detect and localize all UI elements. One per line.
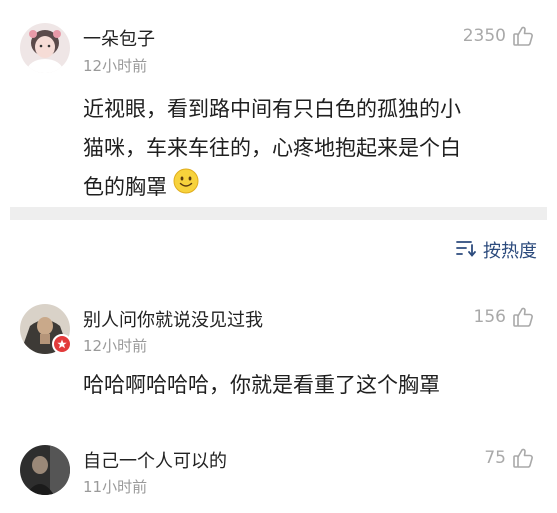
comment-line: 色的胸罩 (83, 168, 461, 207)
comment-line-text: 色的胸罩 (83, 175, 167, 199)
section-divider (10, 207, 547, 220)
comment-time: 12小时前 (83, 337, 148, 355)
thumbs-up-icon (512, 447, 534, 469)
comment-line: 近视眼，看到路中间有只白色的孤独的小 (83, 97, 461, 121)
smiley-emoji-icon (173, 168, 199, 207)
like-button[interactable]: 2350 (463, 25, 534, 47)
sort-toggle[interactable]: 按热度 (455, 237, 537, 263)
sort-label: 按热度 (483, 241, 537, 262)
sort-icon (455, 239, 477, 262)
thumbs-up-icon (512, 25, 534, 47)
comment-item: 别人问你就说没见过我 12小时前 156 哈哈啊哈哈哈，你就是看重了这个胸罩 (0, 285, 557, 420)
avatar[interactable] (20, 23, 70, 73)
avatar[interactable] (20, 445, 70, 495)
verified-badge-icon (52, 334, 72, 354)
username[interactable]: 别人问你就说没见过我 (83, 306, 263, 332)
username[interactable]: 一朵包子 (83, 25, 155, 51)
comment-item: 一朵包子 12小时前 2350 近视眼，看到路中间有只白色的孤独的小 猫咪，车来… (0, 0, 557, 207)
comment-line: 哈哈啊哈哈哈，你就是看重了这个胸罩 (83, 373, 440, 397)
comment-time: 11小时前 (83, 478, 148, 496)
thumbs-up-icon (512, 306, 534, 328)
comment-item: 自己一个人可以的 11小时前 75 (0, 430, 557, 513)
like-count: 156 (473, 307, 506, 327)
like-button[interactable]: 75 (484, 447, 534, 469)
comment-line: 猫咪，车来车往的，心疼地抱起来是个白 (83, 136, 461, 160)
comment-text: 近视眼，看到路中间有只白色的孤独的小 猫咪，车来车往的，心疼地抱起来是个白 色的… (83, 90, 461, 207)
like-count: 75 (484, 448, 506, 468)
username[interactable]: 自己一个人可以的 (83, 447, 227, 473)
comment-text: 哈哈啊哈哈哈，你就是看重了这个胸罩 (83, 366, 440, 405)
comment-time: 12小时前 (83, 57, 148, 75)
like-count: 2350 (462, 26, 506, 46)
like-button[interactable]: 156 (474, 306, 534, 328)
